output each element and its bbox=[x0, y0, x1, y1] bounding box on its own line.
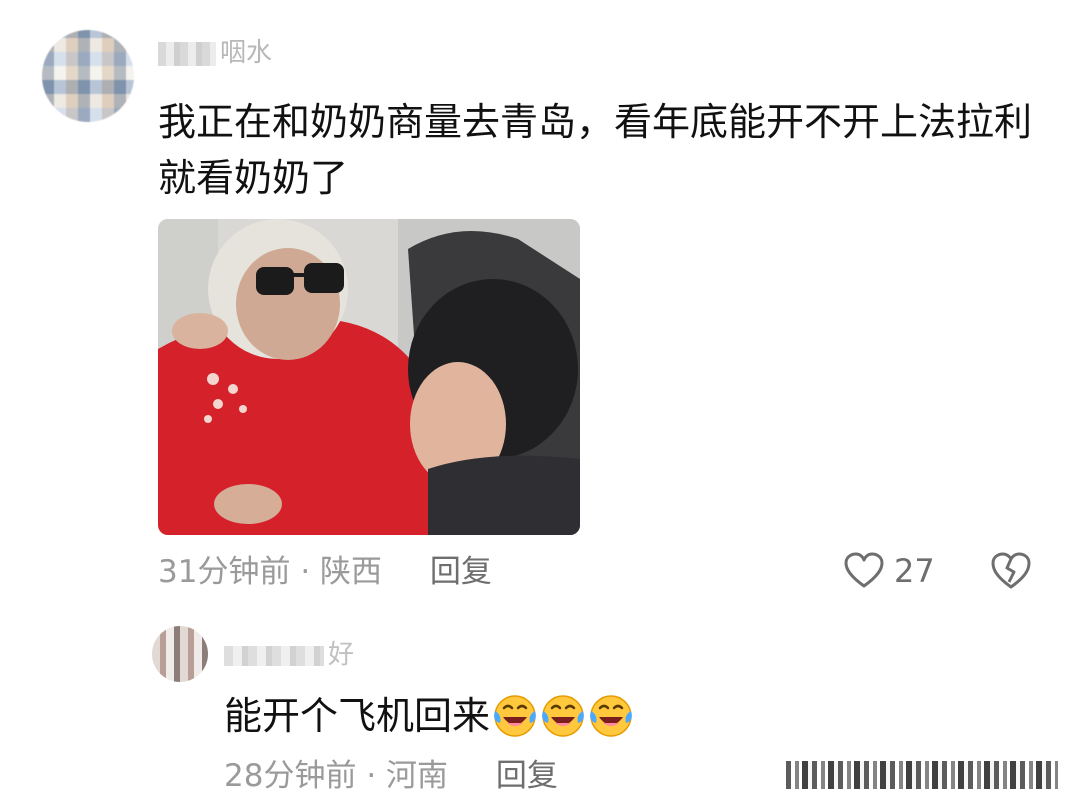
like-count: 27 bbox=[894, 552, 935, 590]
comment-text-line-2: 就看奶奶了 bbox=[158, 156, 349, 200]
broken-heart-icon bbox=[991, 552, 1031, 589]
username-visible-text: 咽水 bbox=[220, 38, 273, 68]
reply-text: 能开个飞机回来 bbox=[224, 694, 491, 738]
comment-photo[interactable] bbox=[158, 219, 580, 535]
tears-of-joy-emoji-icon bbox=[494, 695, 536, 737]
tears-of-joy-emoji-icon bbox=[542, 695, 584, 737]
reply-username[interactable]: 好 bbox=[224, 640, 354, 670]
comment-body: 我正在和奶奶商量去青岛，看年底能开不开上法拉利 就看奶奶了 bbox=[158, 94, 1048, 206]
meta-separator: · bbox=[300, 554, 311, 590]
like-button[interactable]: 27 bbox=[844, 548, 935, 594]
dislike-button[interactable] bbox=[990, 550, 1032, 592]
comment-location: 陕西 bbox=[320, 554, 383, 590]
reply-meta: 28分钟前 · 河南 回复 bbox=[224, 756, 558, 796]
pixelated-username-mask bbox=[158, 41, 216, 66]
comment-text-line-1: 我正在和奶奶商量去青岛，看年底能开不开上法拉利 bbox=[158, 100, 1033, 144]
pixelated-username-mask bbox=[224, 645, 324, 666]
reply-button[interactable]: 回复 bbox=[430, 554, 492, 590]
watermark-mask bbox=[786, 761, 1058, 789]
reply-avatar[interactable] bbox=[152, 626, 208, 682]
commenter-avatar[interactable] bbox=[42, 30, 134, 122]
tears-of-joy-emoji-icon bbox=[590, 695, 632, 737]
reply-to-reply-button[interactable]: 回复 bbox=[496, 758, 558, 794]
photo-grandma-and-grandson bbox=[158, 219, 580, 535]
emoji-row bbox=[492, 693, 634, 739]
meta-separator: · bbox=[366, 758, 377, 794]
comment-time: 31分钟前 bbox=[158, 554, 291, 590]
reply-body: 能开个飞机回来 bbox=[224, 690, 634, 742]
pixelated-watermark bbox=[786, 758, 1058, 792]
heart-outline-icon bbox=[844, 552, 884, 588]
comment-meta: 31分钟前 · 陕西 回复 bbox=[158, 552, 492, 592]
reply-location: 河南 bbox=[386, 758, 449, 794]
commenter-username[interactable]: 咽水 bbox=[158, 38, 298, 68]
reply-time: 28分钟前 bbox=[224, 758, 357, 794]
reply-username-visible-text: 好 bbox=[328, 640, 355, 670]
